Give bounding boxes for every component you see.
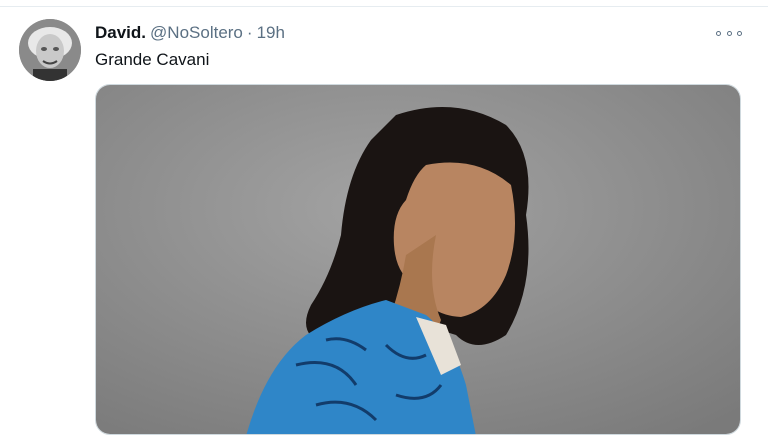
separator-dot: · bbox=[246, 23, 253, 42]
author-handle[interactable]: @NoSoltero bbox=[150, 23, 243, 42]
avatar[interactable] bbox=[19, 19, 81, 81]
tweet-header: David. @NoSoltero · 19h bbox=[95, 22, 285, 44]
tweet-timestamp[interactable]: 19h bbox=[257, 23, 285, 42]
tweet-text: Grande Cavani bbox=[95, 50, 210, 69]
more-dot bbox=[726, 30, 732, 36]
avatar-image bbox=[19, 19, 81, 81]
more-dot bbox=[716, 30, 721, 36]
tweet-photo[interactable] bbox=[95, 84, 741, 435]
tweet-photo-image bbox=[96, 85, 740, 434]
more-horizontal-icon[interactable] bbox=[716, 26, 742, 40]
top-divider bbox=[0, 6, 768, 7]
more-dot bbox=[737, 30, 742, 36]
author-name[interactable]: David. bbox=[95, 23, 146, 42]
